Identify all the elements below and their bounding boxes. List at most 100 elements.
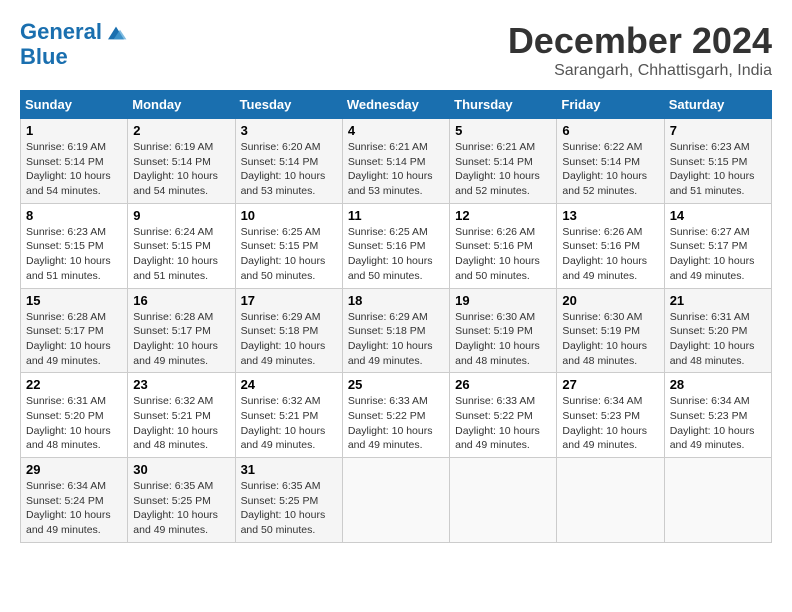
day-info: Sunrise: 6:34 AMSunset: 5:23 PMDaylight:…: [670, 395, 755, 451]
logo: General Blue: [20, 20, 128, 69]
day-info: Sunrise: 6:21 AMSunset: 5:14 PMDaylight:…: [348, 141, 433, 197]
day-number: 6: [562, 123, 658, 138]
day-info: Sunrise: 6:22 AMSunset: 5:14 PMDaylight:…: [562, 141, 647, 197]
calendar-cell: 21 Sunrise: 6:31 AMSunset: 5:20 PMDaylig…: [664, 288, 771, 373]
logo-text: General Blue: [20, 20, 128, 69]
day-info: Sunrise: 6:26 AMSunset: 5:16 PMDaylight:…: [562, 226, 647, 282]
day-number: 7: [670, 123, 766, 138]
col-tuesday: Tuesday: [235, 91, 342, 119]
col-wednesday: Wednesday: [342, 91, 449, 119]
calendar-cell: 1 Sunrise: 6:19 AMSunset: 5:14 PMDayligh…: [21, 119, 128, 204]
day-number: 28: [670, 377, 766, 392]
calendar-cell: 9 Sunrise: 6:24 AMSunset: 5:15 PMDayligh…: [128, 203, 235, 288]
calendar-week-4: 22 Sunrise: 6:31 AMSunset: 5:20 PMDaylig…: [21, 373, 772, 458]
calendar-cell: 13 Sunrise: 6:26 AMSunset: 5:16 PMDaylig…: [557, 203, 664, 288]
day-info: Sunrise: 6:21 AMSunset: 5:14 PMDaylight:…: [455, 141, 540, 197]
day-number: 30: [133, 462, 229, 477]
day-info: Sunrise: 6:23 AMSunset: 5:15 PMDaylight:…: [26, 226, 111, 282]
day-info: Sunrise: 6:26 AMSunset: 5:16 PMDaylight:…: [455, 226, 540, 282]
calendar-cell: 14 Sunrise: 6:27 AMSunset: 5:17 PMDaylig…: [664, 203, 771, 288]
col-monday: Monday: [128, 91, 235, 119]
day-number: 12: [455, 208, 551, 223]
day-number: 11: [348, 208, 444, 223]
day-info: Sunrise: 6:31 AMSunset: 5:20 PMDaylight:…: [670, 311, 755, 367]
day-info: Sunrise: 6:35 AMSunset: 5:25 PMDaylight:…: [133, 480, 218, 536]
day-info: Sunrise: 6:25 AMSunset: 5:15 PMDaylight:…: [241, 226, 326, 282]
day-number: 18: [348, 293, 444, 308]
calendar-cell: 5 Sunrise: 6:21 AMSunset: 5:14 PMDayligh…: [450, 119, 557, 204]
calendar-table: Sunday Monday Tuesday Wednesday Thursday…: [20, 90, 772, 543]
day-number: 1: [26, 123, 122, 138]
day-number: 9: [133, 208, 229, 223]
calendar-week-3: 15 Sunrise: 6:28 AMSunset: 5:17 PMDaylig…: [21, 288, 772, 373]
day-info: Sunrise: 6:19 AMSunset: 5:14 PMDaylight:…: [133, 141, 218, 197]
calendar-cell: 8 Sunrise: 6:23 AMSunset: 5:15 PMDayligh…: [21, 203, 128, 288]
col-thursday: Thursday: [450, 91, 557, 119]
col-sunday: Sunday: [21, 91, 128, 119]
day-number: 8: [26, 208, 122, 223]
day-info: Sunrise: 6:24 AMSunset: 5:15 PMDaylight:…: [133, 226, 218, 282]
col-saturday: Saturday: [664, 91, 771, 119]
day-info: Sunrise: 6:32 AMSunset: 5:21 PMDaylight:…: [241, 395, 326, 451]
calendar-cell: 29 Sunrise: 6:34 AMSunset: 5:24 PMDaylig…: [21, 458, 128, 543]
calendar-week-5: 29 Sunrise: 6:34 AMSunset: 5:24 PMDaylig…: [21, 458, 772, 543]
day-info: Sunrise: 6:34 AMSunset: 5:23 PMDaylight:…: [562, 395, 647, 451]
day-number: 15: [26, 293, 122, 308]
day-info: Sunrise: 6:28 AMSunset: 5:17 PMDaylight:…: [26, 311, 111, 367]
day-number: 13: [562, 208, 658, 223]
day-info: Sunrise: 6:34 AMSunset: 5:24 PMDaylight:…: [26, 480, 111, 536]
calendar-cell: 16 Sunrise: 6:28 AMSunset: 5:17 PMDaylig…: [128, 288, 235, 373]
calendar-cell: 4 Sunrise: 6:21 AMSunset: 5:14 PMDayligh…: [342, 119, 449, 204]
day-number: 25: [348, 377, 444, 392]
day-info: Sunrise: 6:19 AMSunset: 5:14 PMDaylight:…: [26, 141, 111, 197]
day-info: Sunrise: 6:29 AMSunset: 5:18 PMDaylight:…: [348, 311, 433, 367]
calendar-cell: 15 Sunrise: 6:28 AMSunset: 5:17 PMDaylig…: [21, 288, 128, 373]
calendar-cell: 18 Sunrise: 6:29 AMSunset: 5:18 PMDaylig…: [342, 288, 449, 373]
day-number: 17: [241, 293, 337, 308]
day-info: Sunrise: 6:28 AMSunset: 5:17 PMDaylight:…: [133, 311, 218, 367]
day-info: Sunrise: 6:23 AMSunset: 5:15 PMDaylight:…: [670, 141, 755, 197]
day-number: 21: [670, 293, 766, 308]
calendar-cell: 7 Sunrise: 6:23 AMSunset: 5:15 PMDayligh…: [664, 119, 771, 204]
day-number: 20: [562, 293, 658, 308]
calendar-cell: 19 Sunrise: 6:30 AMSunset: 5:19 PMDaylig…: [450, 288, 557, 373]
day-number: 31: [241, 462, 337, 477]
calendar-cell: [450, 458, 557, 543]
calendar-cell: 28 Sunrise: 6:34 AMSunset: 5:23 PMDaylig…: [664, 373, 771, 458]
calendar-cell: 2 Sunrise: 6:19 AMSunset: 5:14 PMDayligh…: [128, 119, 235, 204]
main-title: December 2024: [508, 20, 772, 62]
calendar-cell: 17 Sunrise: 6:29 AMSunset: 5:18 PMDaylig…: [235, 288, 342, 373]
calendar-cell: 10 Sunrise: 6:25 AMSunset: 5:15 PMDaylig…: [235, 203, 342, 288]
day-number: 29: [26, 462, 122, 477]
calendar-cell: 25 Sunrise: 6:33 AMSunset: 5:22 PMDaylig…: [342, 373, 449, 458]
day-number: 3: [241, 123, 337, 138]
col-friday: Friday: [557, 91, 664, 119]
header-row: Sunday Monday Tuesday Wednesday Thursday…: [21, 91, 772, 119]
calendar-cell: [664, 458, 771, 543]
day-info: Sunrise: 6:25 AMSunset: 5:16 PMDaylight:…: [348, 226, 433, 282]
day-number: 19: [455, 293, 551, 308]
day-number: 22: [26, 377, 122, 392]
day-number: 4: [348, 123, 444, 138]
day-number: 14: [670, 208, 766, 223]
calendar-cell: 11 Sunrise: 6:25 AMSunset: 5:16 PMDaylig…: [342, 203, 449, 288]
day-number: 23: [133, 377, 229, 392]
day-number: 26: [455, 377, 551, 392]
calendar-cell: 6 Sunrise: 6:22 AMSunset: 5:14 PMDayligh…: [557, 119, 664, 204]
subtitle: Sarangarh, Chhattisgarh, India: [508, 62, 772, 80]
day-info: Sunrise: 6:20 AMSunset: 5:14 PMDaylight:…: [241, 141, 326, 197]
day-info: Sunrise: 6:27 AMSunset: 5:17 PMDaylight:…: [670, 226, 755, 282]
calendar-week-1: 1 Sunrise: 6:19 AMSunset: 5:14 PMDayligh…: [21, 119, 772, 204]
day-info: Sunrise: 6:30 AMSunset: 5:19 PMDaylight:…: [562, 311, 647, 367]
day-number: 24: [241, 377, 337, 392]
calendar-cell: 27 Sunrise: 6:34 AMSunset: 5:23 PMDaylig…: [557, 373, 664, 458]
day-number: 16: [133, 293, 229, 308]
day-info: Sunrise: 6:35 AMSunset: 5:25 PMDaylight:…: [241, 480, 326, 536]
day-info: Sunrise: 6:29 AMSunset: 5:18 PMDaylight:…: [241, 311, 326, 367]
calendar-cell: 22 Sunrise: 6:31 AMSunset: 5:20 PMDaylig…: [21, 373, 128, 458]
day-info: Sunrise: 6:31 AMSunset: 5:20 PMDaylight:…: [26, 395, 111, 451]
day-info: Sunrise: 6:32 AMSunset: 5:21 PMDaylight:…: [133, 395, 218, 451]
day-info: Sunrise: 6:33 AMSunset: 5:22 PMDaylight:…: [348, 395, 433, 451]
calendar-cell: [342, 458, 449, 543]
title-area: December 2024 Sarangarh, Chhattisgarh, I…: [508, 20, 772, 80]
